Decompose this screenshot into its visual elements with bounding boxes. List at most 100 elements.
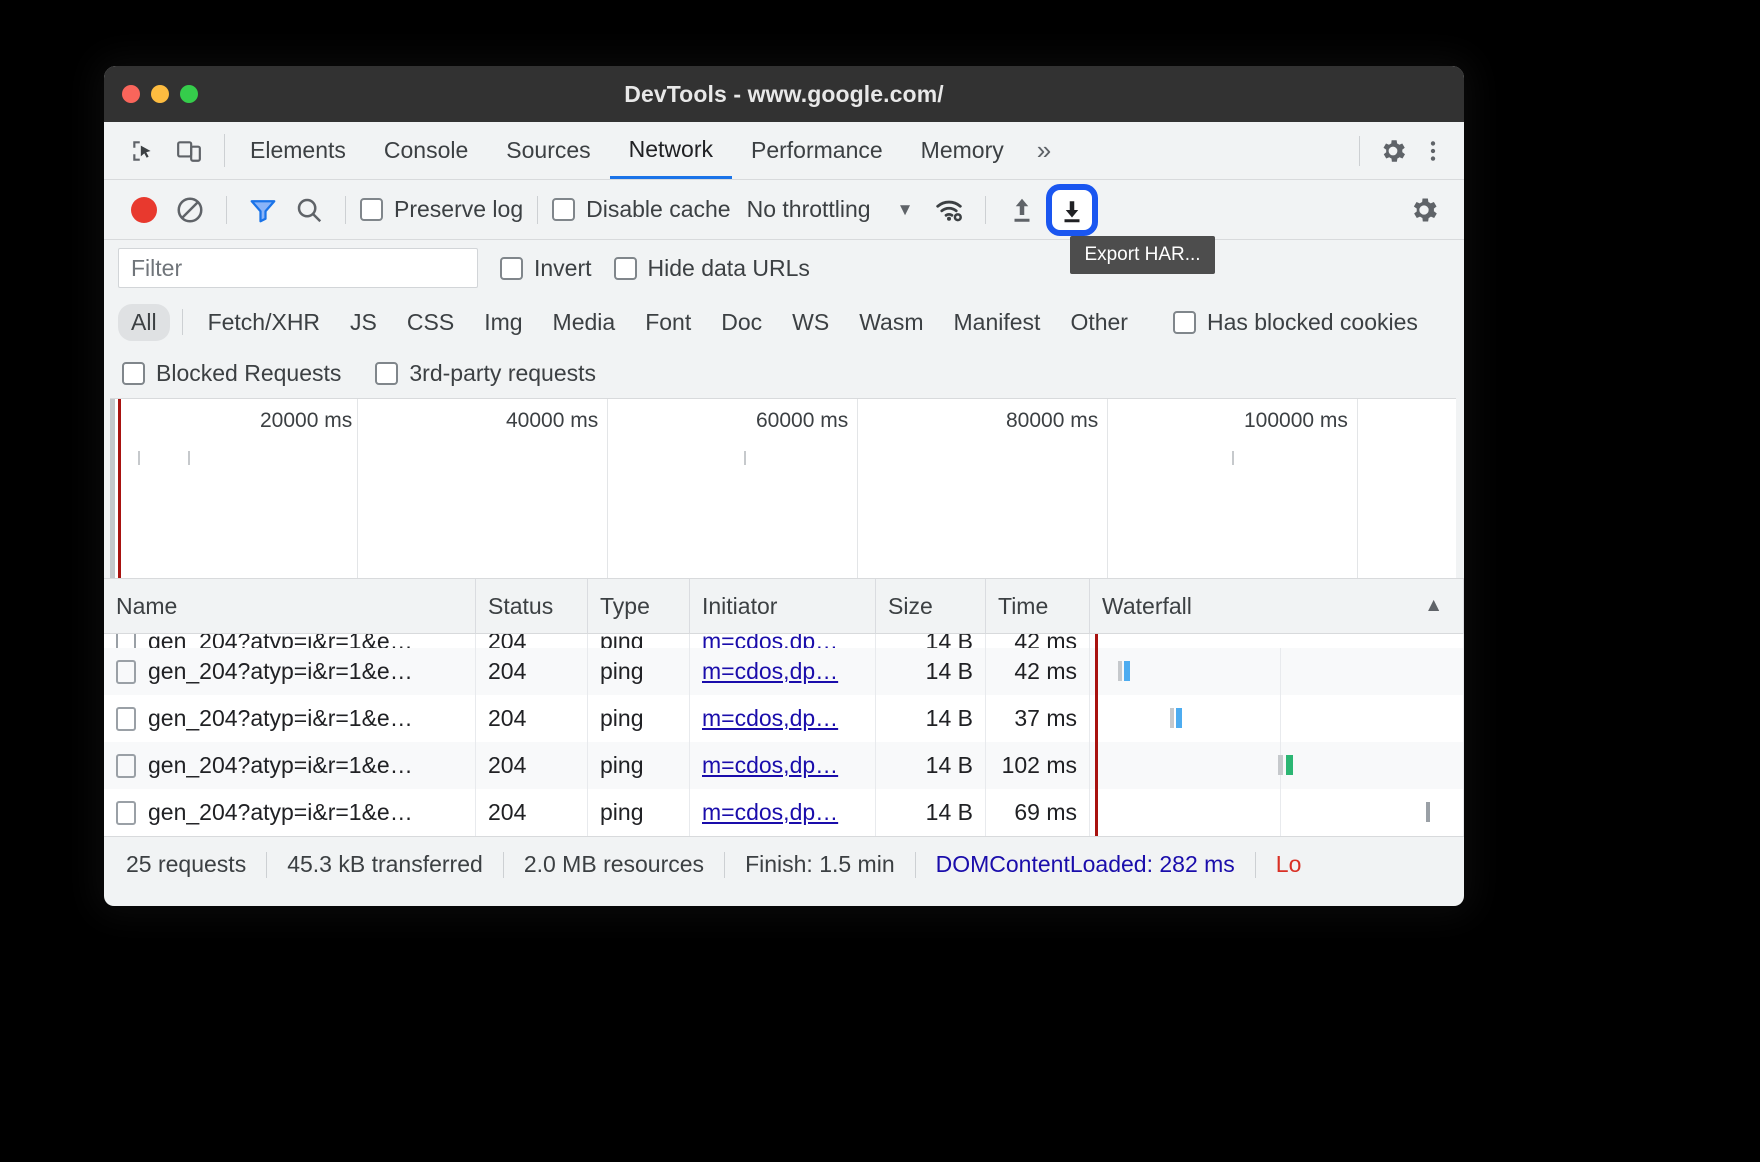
throttling-select[interactable]: No throttling ▼ <box>747 196 914 223</box>
network-conditions-icon[interactable] <box>927 190 971 230</box>
type-filter-media[interactable]: Media <box>540 304 629 341</box>
row-initiator-link[interactable]: m=cdos,dp… <box>702 658 838 685</box>
column-header-name[interactable]: Name <box>104 579 476 633</box>
tab-sources[interactable]: Sources <box>487 122 609 179</box>
has-blocked-cookies-box[interactable] <box>1172 310 1196 334</box>
clear-button[interactable] <box>168 190 212 230</box>
table-row[interactable]: gen_204?atyp=i&r=1&e… 204 ping m=cdos,dp… <box>104 648 1464 695</box>
maximize-window-button[interactable] <box>180 85 198 103</box>
close-window-button[interactable] <box>122 85 140 103</box>
gear-icon[interactable] <box>1376 134 1410 168</box>
minimize-window-button[interactable] <box>151 85 169 103</box>
tabbar-divider <box>224 134 225 167</box>
row-waterfall <box>1090 634 1464 648</box>
overview-tick-80000: 80000 ms <box>1006 409 1099 432</box>
row-initiator-link[interactable]: m=cdos,dp… <box>702 634 838 648</box>
preserve-log-box[interactable] <box>360 198 383 221</box>
row-initiator-link[interactable]: m=cdos,dp… <box>702 705 838 732</box>
disable-cache-box[interactable] <box>552 198 576 221</box>
has-blocked-cookies-checkbox[interactable]: Has blocked cookies <box>1172 309 1418 336</box>
throttling-value: No throttling <box>746 196 871 222</box>
type-filter-wasm[interactable]: Wasm <box>846 304 936 341</box>
status-dom-content-loaded: DOMContentLoaded: 282 ms <box>935 851 1235 877</box>
row-checkbox[interactable] <box>116 753 136 778</box>
more-vertical-icon[interactable] <box>1416 134 1450 168</box>
row-name: gen_204?atyp=i&r=1&e… <box>148 705 413 731</box>
type-filter-font[interactable]: Font <box>632 304 704 341</box>
table-row[interactable]: gen_204?atyp=i&r=1&e… 204 ping m=cdos,dp… <box>104 742 1464 789</box>
blocked-requests-label: Blocked Requests <box>156 359 342 386</box>
row-size: 14 B <box>876 695 986 742</box>
tabbar-right-icons <box>1349 122 1464 179</box>
export-har-button[interactable] <box>1046 183 1099 236</box>
row-waterfall <box>1090 742 1464 789</box>
row-status: 204 <box>476 789 588 836</box>
row-checkbox[interactable] <box>116 706 136 731</box>
invert-box[interactable] <box>500 256 523 280</box>
column-header-type[interactable]: Type <box>588 579 690 633</box>
type-filter-js[interactable]: JS <box>337 304 390 341</box>
table-row[interactable]: gen_204?atyp=i&r=1&e… 204 ping m=cdos,dp… <box>104 789 1464 836</box>
toolbar-divider-3 <box>537 195 539 224</box>
blocked-requests-checkbox[interactable]: Blocked Requests <box>122 360 341 387</box>
device-toolbar-icon[interactable] <box>172 134 206 168</box>
third-party-requests-checkbox[interactable]: 3rd-party requests <box>375 360 596 387</box>
network-settings-gear-icon[interactable] <box>1402 190 1446 230</box>
row-checkbox[interactable] <box>116 659 136 684</box>
toolbar-divider-1 <box>226 195 227 224</box>
filter-input[interactable] <box>118 248 478 288</box>
blocked-requests-box[interactable] <box>122 361 145 385</box>
type-filter-doc[interactable]: Doc <box>708 304 775 341</box>
tab-network[interactable]: Network <box>609 122 732 179</box>
column-header-time[interactable]: Time <box>986 579 1090 633</box>
row-type: ping <box>588 648 690 695</box>
type-filter-other[interactable]: Other <box>1057 304 1141 341</box>
type-filter-all[interactable]: All <box>118 303 170 341</box>
tab-memory[interactable]: Memory <box>902 122 1023 179</box>
type-filter-manifest[interactable]: Manifest <box>941 304 1054 341</box>
type-filter-css[interactable]: CSS <box>394 304 467 341</box>
type-filter-img[interactable]: Img <box>471 304 535 341</box>
column-header-size[interactable]: Size <box>876 579 986 633</box>
type-filter-ws[interactable]: WS <box>779 304 842 341</box>
overview-request-mark <box>138 451 140 465</box>
third-party-requests-box[interactable] <box>375 361 399 385</box>
preserve-log-checkbox[interactable]: Preserve log <box>360 196 523 223</box>
column-header-waterfall[interactable]: Waterfall ▲ <box>1090 579 1464 633</box>
more-tabs-button[interactable]: » <box>1023 122 1065 179</box>
row-initiator-link[interactable]: m=cdos,dp… <box>702 799 838 826</box>
window-controls[interactable] <box>104 85 198 103</box>
overview-tick-20000: 20000 ms <box>260 409 353 432</box>
hide-data-urls-box[interactable] <box>613 256 637 280</box>
row-time: 42 ms <box>986 634 1090 648</box>
devtools-tab-bar: Elements Console Sources Network Perform… <box>104 122 1464 180</box>
tab-performance[interactable]: Performance <box>732 122 902 179</box>
column-header-status[interactable]: Status <box>476 579 588 633</box>
tab-console[interactable]: Console <box>365 122 487 179</box>
invert-checkbox[interactable]: Invert <box>500 255 592 282</box>
filter-button[interactable] <box>241 190 285 230</box>
network-overview[interactable]: 20000 ms 40000 ms 60000 ms 80000 ms 1000… <box>110 398 1456 578</box>
row-type: ping <box>588 695 690 742</box>
row-initiator-link[interactable]: m=cdos,dp… <box>702 752 838 779</box>
tabbar-left-icons <box>104 122 218 179</box>
inspect-element-icon[interactable] <box>126 134 160 168</box>
column-header-initiator[interactable]: Initiator <box>690 579 876 633</box>
import-har-icon[interactable] <box>1000 190 1044 230</box>
disable-cache-checkbox[interactable]: Disable cache <box>552 196 731 223</box>
tab-elements[interactable]: Elements <box>231 122 365 179</box>
table-row[interactable]: gen_204?atyp=i&r=1&e… 204 ping m=cdos,dp… <box>104 695 1464 742</box>
chevron-down-icon: ▼ <box>896 199 914 219</box>
row-waterfall <box>1090 648 1464 695</box>
type-filter-fetchxhr[interactable]: Fetch/XHR <box>195 304 333 341</box>
search-button[interactable] <box>287 190 331 230</box>
row-type: ping <box>588 634 690 648</box>
row-checkbox[interactable] <box>116 634 136 648</box>
hide-data-urls-checkbox[interactable]: Hide data URLs <box>613 255 810 282</box>
status-bar: 25 requests 45.3 kB transferred 2.0 MB r… <box>104 836 1464 892</box>
request-table-body[interactable]: gen_204?atyp=i&r=1&e… 204 ping m=cdos,dp… <box>104 634 1464 836</box>
row-status: 204 <box>476 648 588 695</box>
table-row[interactable]: gen_204?atyp=i&r=1&e… 204 ping m=cdos,dp… <box>104 634 1464 648</box>
record-button[interactable] <box>122 190 166 230</box>
row-checkbox[interactable] <box>116 800 136 825</box>
